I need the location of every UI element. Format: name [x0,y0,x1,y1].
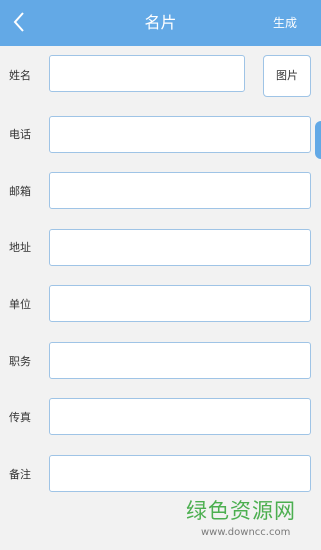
company-input[interactable] [49,285,311,322]
back-button[interactable] [6,7,36,37]
name-label: 姓名 [9,69,31,82]
edge-handle[interactable] [315,121,321,159]
chevron-left-icon [13,12,24,32]
watermark-logo: 绿色资源网 [186,499,296,523]
name-input[interactable] [49,55,245,92]
company-label: 单位 [9,298,31,311]
fax-input[interactable] [49,398,311,435]
email-input[interactable] [49,172,311,209]
generate-button[interactable]: 生成 [273,15,297,31]
address-input[interactable] [49,229,311,266]
watermark-url: www.downcc.com [201,527,291,538]
notes-input[interactable] [49,455,311,492]
position-input[interactable] [49,342,311,379]
email-label: 邮箱 [9,185,31,198]
address-label: 地址 [9,241,31,254]
photo-button[interactable]: 图片 [263,55,311,97]
position-label: 职务 [9,355,31,368]
fax-label: 传真 [9,411,31,424]
app-header: 名片 生成 [0,0,321,46]
phone-input[interactable] [49,116,311,153]
notes-label: 备注 [9,468,31,481]
phone-label: 电话 [9,128,31,141]
